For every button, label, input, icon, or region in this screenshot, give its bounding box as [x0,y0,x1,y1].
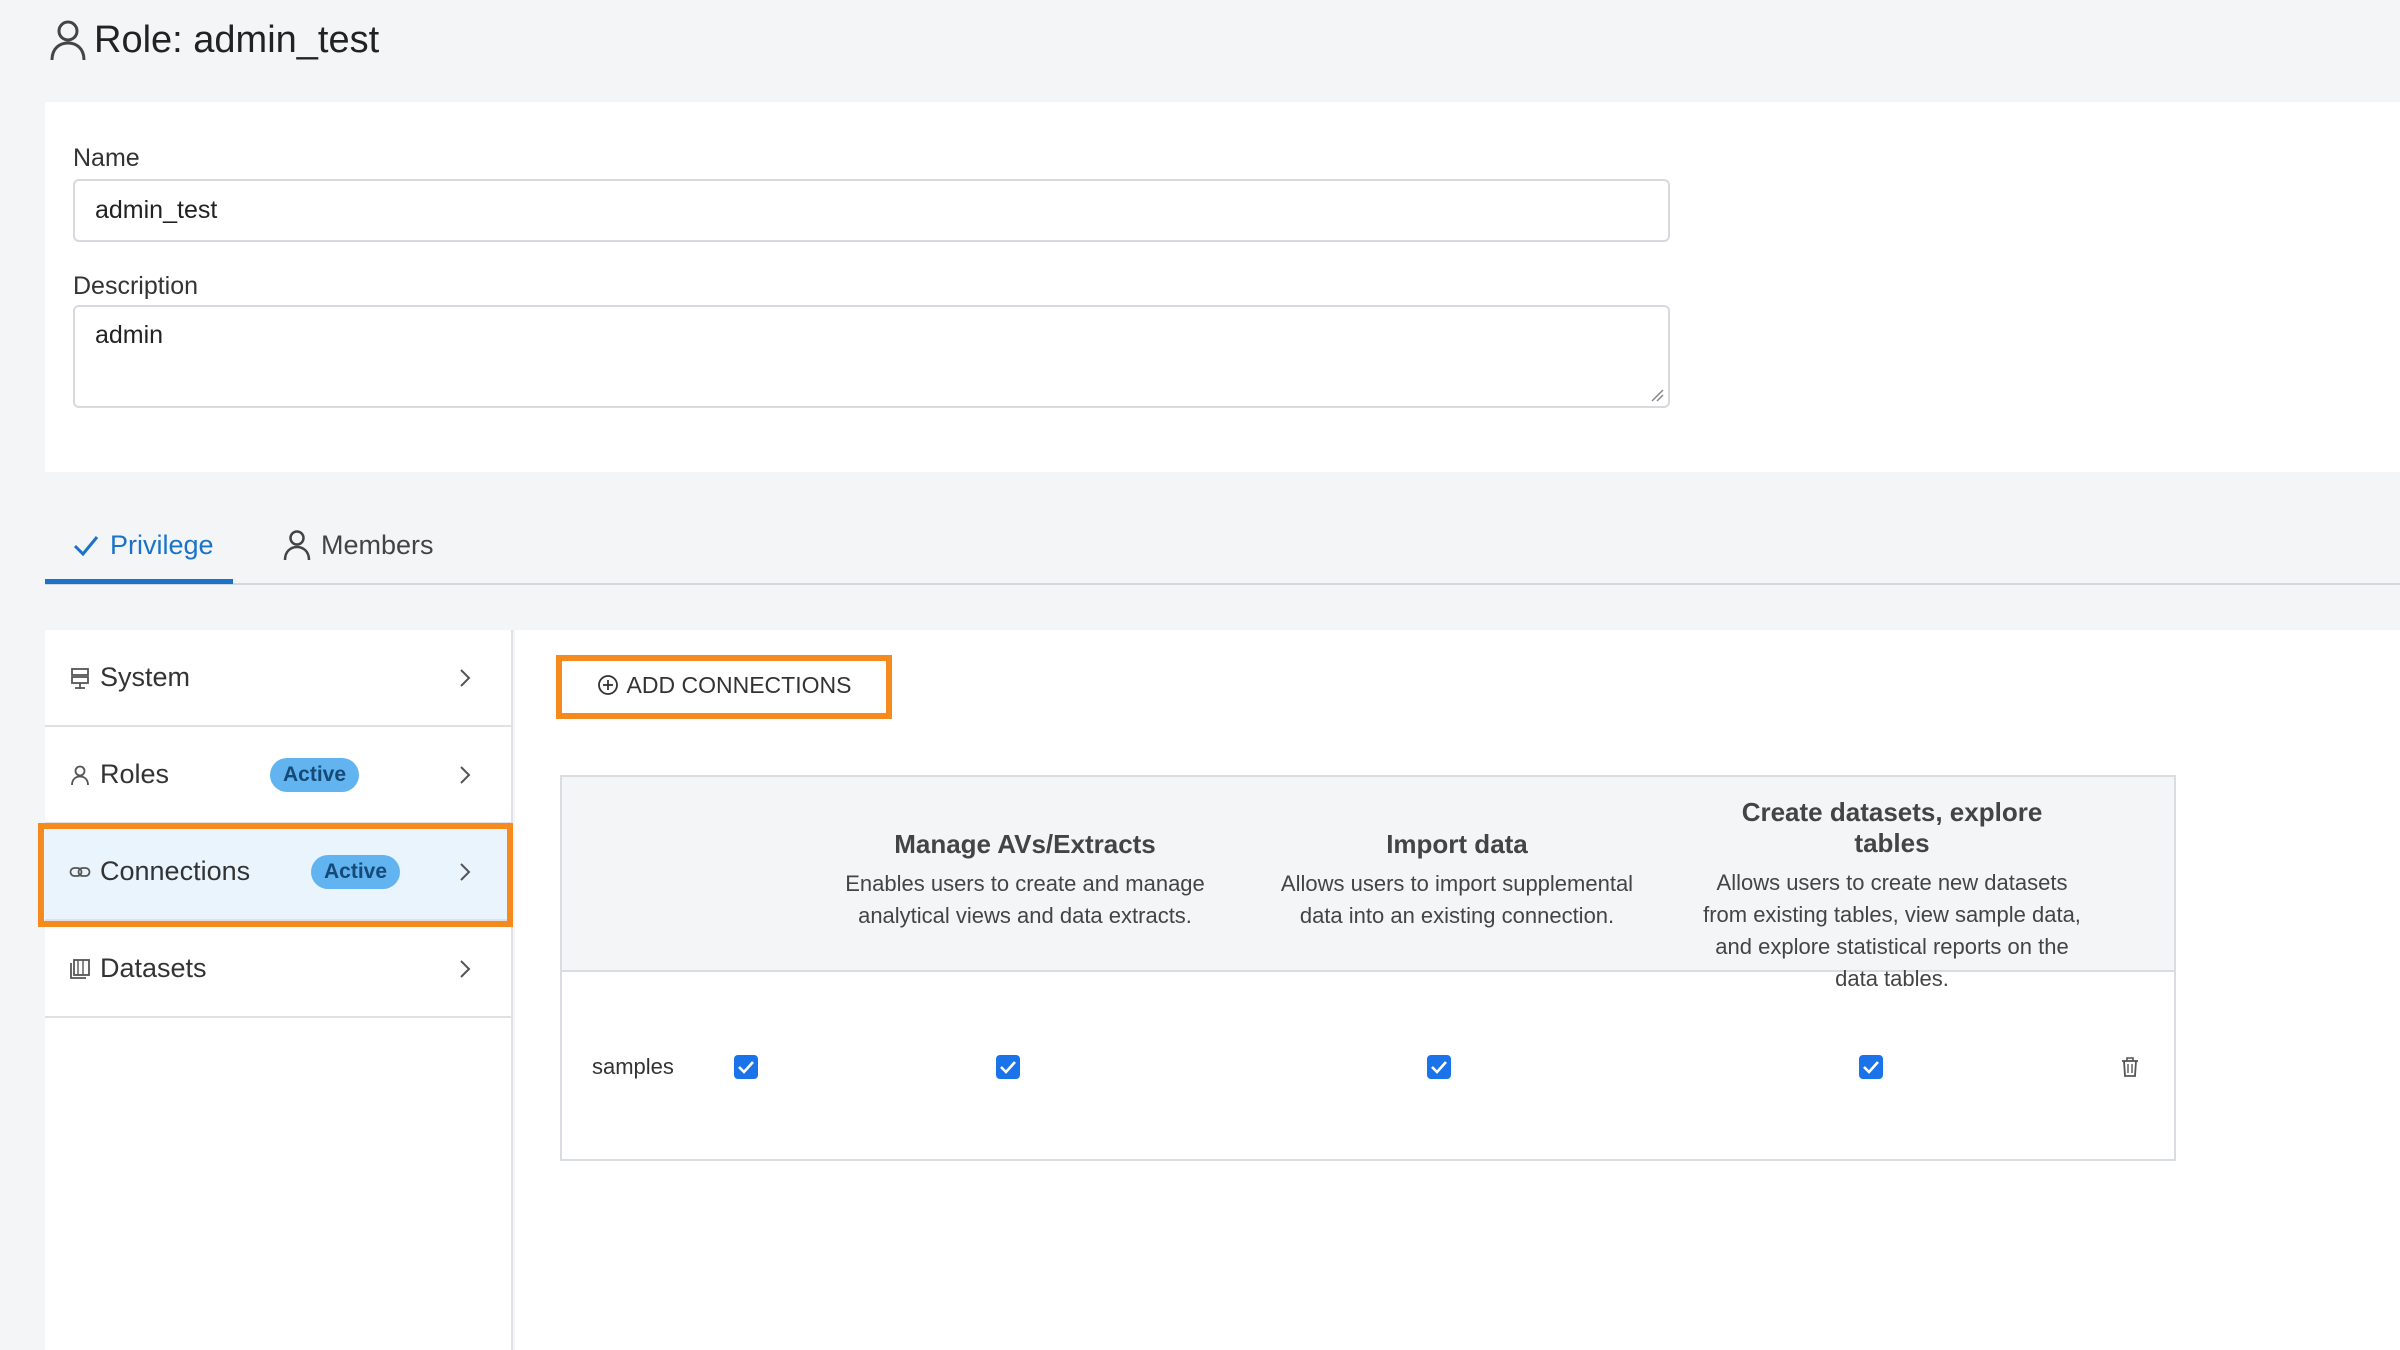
connections-privilege-table: Manage AVs/Extracts Enables users to cre… [560,775,2176,1161]
sidebar-item-connections[interactable]: Connections Active [45,824,513,921]
tab-privilege-label: Privilege [110,529,214,560]
check-icon [73,536,99,557]
sidebar-item-system[interactable]: System [45,630,513,727]
tab-privilege[interactable]: Privilege [72,505,214,585]
page-title: Role: admin_test [48,18,379,62]
tab-members[interactable]: Members [283,505,434,585]
user-icon [283,530,311,561]
table-header: Manage AVs/Extracts Enables users to cre… [562,777,2174,991]
check-icon [1431,1061,1447,1074]
sidebar-item-label: Roles [100,759,170,789]
column-title: Import data [1386,829,1528,859]
resize-grip-icon[interactable] [1650,388,1664,402]
column-description: Enables users to create and manage analy… [845,871,1205,928]
add-connections-button[interactable]: ADD CONNECTIONS [560,656,888,714]
description-textarea-value: admin [95,321,164,349]
server-icon [71,667,89,689]
name-label: Name [73,144,140,172]
privilege-sidebar: System Roles Active Connections Active D… [45,630,513,1350]
trash-icon[interactable] [2120,1056,2140,1078]
page-title-text: Role: admin_test [94,18,380,61]
tab-members-label: Members [321,529,434,560]
status-badge: Active [270,757,360,792]
tab-bar: Privilege Members [45,505,2400,585]
add-connections-label: ADD CONNECTIONS [626,671,852,698]
user-icon [71,765,89,785]
column-header: Import data Allows users to import suppl… [1262,829,1652,932]
dataset-icon [70,958,90,979]
column-header: Create datasets, explore tables Allows u… [1702,797,2082,995]
check-icon [1863,1061,1879,1074]
connections-panel: ADD CONNECTIONS Manage AVs/Extracts Enab… [515,630,2400,1350]
column-title: Manage AVs/Extracts [894,829,1156,859]
checkbox-import-data[interactable] [1427,1055,1451,1079]
chevron-right-icon [460,959,471,978]
connection-name: samples [592,1054,674,1079]
chevron-right-icon [460,862,471,881]
name-input-value: admin_test [95,196,218,224]
sidebar-item-label: System [100,662,191,692]
chevron-right-icon [460,668,471,687]
add-circle-icon [597,675,618,695]
sidebar-item-label: Connections [100,856,251,886]
chevron-right-icon [460,765,471,784]
description-textarea[interactable]: admin [73,305,1670,408]
check-icon [1000,1061,1016,1074]
user-icon [50,20,86,61]
column-description: Allows users to import supplemental data… [1280,871,1634,928]
description-label: Description [73,272,199,300]
check-icon [738,1061,754,1074]
column-header: Manage AVs/Extracts Enables users to cre… [830,829,1220,932]
sidebar-item-datasets[interactable]: Datasets [45,921,513,1018]
sidebar-item-roles[interactable]: Roles Active [45,727,513,824]
column-title: Create datasets, explore tables [1741,797,2043,858]
status-badge: Active [311,854,401,889]
checkbox-manage-avs[interactable] [996,1055,1020,1079]
role-form: Name admin_test Description admin [45,102,2400,472]
sidebar-item-label: Datasets [100,953,207,983]
link-icon [69,866,91,877]
checkbox-all-privileges[interactable] [734,1055,758,1079]
name-input[interactable]: admin_test [73,179,1670,242]
active-tab-indicator [45,579,233,584]
column-description: Allows users to create new datasets from… [1703,870,2081,991]
checkbox-create-datasets[interactable] [1859,1055,1883,1079]
